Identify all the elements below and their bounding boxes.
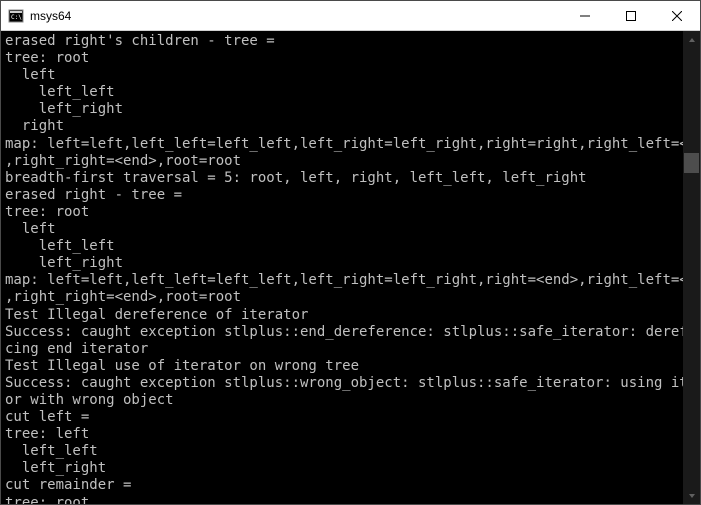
scroll-thumb[interactable] [684, 153, 699, 173]
scroll-track[interactable] [683, 48, 700, 487]
app-icon: C:\ [8, 8, 24, 24]
scroll-down-button[interactable] [683, 487, 700, 504]
titlebar[interactable]: C:\ msys64 [1, 1, 700, 31]
app-window: C:\ msys64 erased right's children - tre… [0, 0, 701, 505]
close-button[interactable] [654, 1, 700, 30]
client-area: erased right's children - tree = tree: r… [1, 31, 700, 504]
terminal-output: erased right's children - tree = tree: r… [1, 31, 683, 504]
window-title: msys64 [30, 9, 71, 23]
maximize-button[interactable] [608, 1, 654, 30]
svg-text:C:\: C:\ [11, 14, 22, 21]
minimize-button[interactable] [562, 1, 608, 30]
scroll-up-button[interactable] [683, 31, 700, 48]
vertical-scrollbar[interactable] [683, 31, 700, 504]
